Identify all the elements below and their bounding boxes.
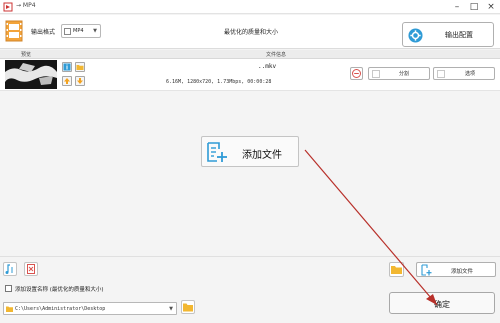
output-folder-button[interactable] <box>389 262 404 277</box>
output-path-input[interactable] <box>15 304 165 314</box>
chevron-down-icon[interactable]: ▼ <box>169 306 173 312</box>
music-note-icon <box>5 264 13 274</box>
gear-icon <box>408 28 423 43</box>
split-button[interactable]: 分割 <box>368 67 430 80</box>
append-suffix-label: 添加设置名称 (最优化的质量和大小) <box>15 287 104 293</box>
film-icon <box>5 20 23 42</box>
file-name: ..mkv <box>258 63 277 70</box>
split-icon <box>372 70 380 78</box>
clear-list-button[interactable] <box>24 262 38 276</box>
output-config-label: 输出配置 <box>445 31 473 39</box>
add-file-label: 添加文件 <box>451 269 474 275</box>
annotation-arrow-line <box>304 149 438 306</box>
options-button[interactable]: 选项 <box>433 67 495 80</box>
file-row[interactable]: ..mkv 6.16M, 1280x720, 1.73Mbps, 00:00:2… <box>0 59 500 91</box>
move-down-button[interactable] <box>75 76 85 86</box>
move-up-button[interactable] <box>62 76 72 86</box>
path-folder-icon <box>6 306 13 312</box>
output-format-select[interactable]: MP4 ▼ <box>61 24 101 38</box>
format-value: MP4 <box>73 28 84 34</box>
folder-icon <box>391 266 402 274</box>
list-header: 预览 文件信息 <box>0 50 500 59</box>
output-format-label: 输出格式 <box>31 29 56 36</box>
add-file-center-button[interactable]: 添加文件 <box>201 136 299 167</box>
quality-text: 最优化的质量和大小 <box>223 29 278 36</box>
options-icon <box>437 70 445 78</box>
video-thumbnail <box>5 60 57 89</box>
maximize-button[interactable]: □ <box>466 0 482 14</box>
append-suffix-checkbox[interactable] <box>5 285 12 292</box>
info-button[interactable] <box>62 62 72 72</box>
window-title: → MP4 <box>16 2 36 9</box>
thumbnail-image <box>5 60 57 89</box>
browse-folder-button[interactable] <box>181 300 195 314</box>
bottom-divider <box>0 256 500 257</box>
arrow-up-icon <box>64 78 70 84</box>
remove-icon <box>352 69 361 78</box>
split-label: 分割 <box>399 71 410 77</box>
file-meta: 6.16M, 1280x720, 1.73Mbps, 00:00:28 <box>166 79 272 85</box>
header-row: 输出格式 MP4 ▼ 最优化的质量和大小 输出配置 <box>0 15 500 49</box>
confirm-label: 确定 <box>434 300 450 309</box>
minimize-button[interactable]: – <box>449 0 465 14</box>
add-file-icon <box>207 142 227 162</box>
confirm-button[interactable]: 确定 <box>389 292 495 314</box>
folder-icon <box>76 65 84 70</box>
app-icon <box>3 2 13 12</box>
add-file-icon <box>421 264 432 276</box>
arrow-down-icon <box>77 78 83 84</box>
audio-button[interactable] <box>3 262 17 276</box>
column-preview: 预览 <box>21 52 32 58</box>
add-file-center-label: 添加文件 <box>242 150 282 161</box>
title-bar: → MP4 – □ × <box>0 0 500 14</box>
options-label: 选项 <box>465 71 476 77</box>
folder-icon <box>183 303 193 312</box>
column-file-info: 文件信息 <box>266 52 287 58</box>
remove-file-button[interactable] <box>350 67 363 80</box>
output-path-field[interactable]: ▼ <box>3 302 177 315</box>
open-folder-button[interactable] <box>75 62 85 72</box>
close-button[interactable]: × <box>483 0 499 14</box>
add-file-button[interactable]: 添加文件 <box>416 262 496 277</box>
clear-list-icon <box>27 264 35 274</box>
output-config-button[interactable]: 输出配置 <box>402 22 494 47</box>
info-icon <box>63 63 71 71</box>
chevron-down-icon: ▼ <box>93 28 97 34</box>
format-file-icon <box>64 28 71 35</box>
